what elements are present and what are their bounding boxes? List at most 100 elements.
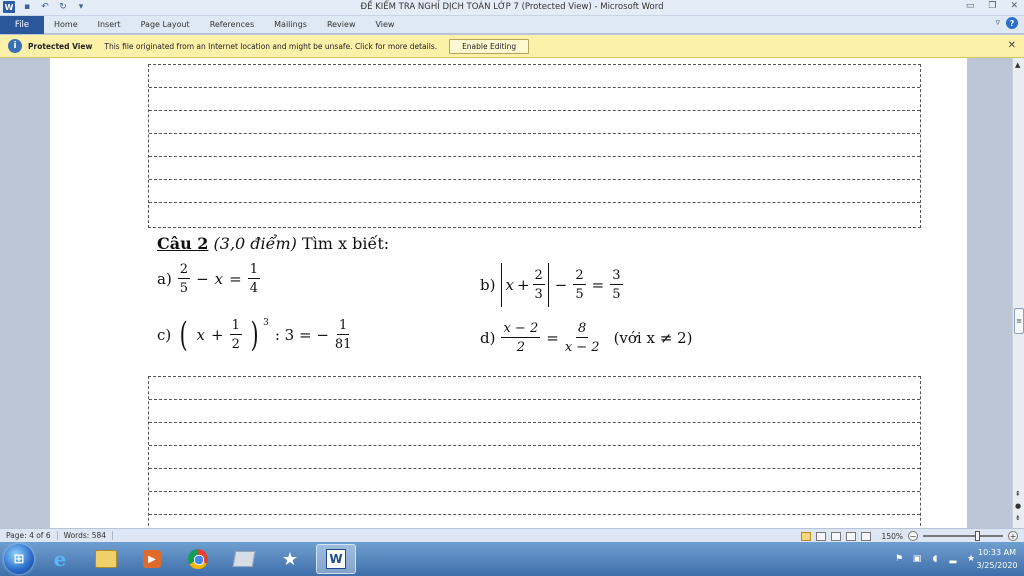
tab-home[interactable]: Home [44, 16, 88, 34]
title-bar: W ▪ ↶ ↻ ▾ ĐỀ KIỂM TRA NGHỈ DỊCH TOÁN LỚP… [0, 0, 1024, 16]
signal-icon[interactable]: ▂ [948, 554, 958, 564]
close-icon[interactable]: ✕ [1010, 1, 1018, 11]
browse-object-icon[interactable]: ● [1015, 502, 1021, 510]
answer-line [149, 446, 920, 469]
answer-line [149, 157, 920, 180]
zoom-slider-thumb[interactable] [975, 531, 980, 541]
status-bar: Page: 4 of 6 Words: 584 150% − + [0, 528, 1024, 542]
problem-b: b) x + 23 − 25 = 35 [480, 263, 623, 307]
problem-d: d) x − 22 = 8x − 2 (với x ≠ 2) [480, 321, 693, 355]
condition-note: (với x ≠ 2) [613, 329, 693, 347]
network-icon[interactable]: ▣ [912, 554, 922, 564]
zoom-out-icon[interactable]: − [908, 531, 918, 541]
answer-line [149, 65, 920, 88]
file-explorer-icon[interactable] [86, 544, 126, 574]
restore-icon[interactable]: ❐ [988, 1, 996, 11]
answer-line [149, 400, 920, 423]
question-heading: Câu 2 (3,0 điểm) Tìm x biết: [157, 234, 389, 253]
tab-mailings[interactable]: Mailings [264, 16, 317, 34]
info-shield-icon: i [8, 39, 22, 53]
word-icon[interactable]: W [316, 544, 356, 574]
internet-explorer-icon[interactable]: e [40, 544, 80, 574]
answer-line [149, 88, 920, 111]
status-right-controls: 150% − + [800, 529, 1018, 543]
print-layout-view-icon[interactable] [800, 531, 811, 541]
star-tray-icon[interactable]: ★ [966, 554, 976, 564]
page-count[interactable]: Page: 4 of 6 [0, 531, 58, 540]
answer-line [149, 111, 920, 134]
fraction: 1 81 [334, 318, 352, 352]
zoom-level[interactable]: 150% [882, 532, 903, 541]
tab-file[interactable]: File [0, 15, 44, 34]
star-app-icon[interactable]: ★ [270, 544, 310, 574]
answer-line [149, 180, 920, 203]
draft-view-icon[interactable] [860, 531, 871, 541]
tab-view[interactable]: View [365, 16, 404, 34]
fraction: 14 [247, 262, 260, 296]
fraction: 12 [229, 318, 242, 352]
document-page[interactable]: Câu 2 (3,0 điểm) Tìm x biết: a) 25 − x =… [50, 58, 967, 528]
media-player-icon[interactable]: ▶ [132, 544, 172, 574]
tab-insert[interactable]: Insert [88, 16, 131, 34]
protected-view-bar: i Protected View This file originated fr… [0, 35, 1024, 58]
exponent: 3 [263, 318, 269, 328]
chrome-icon[interactable] [178, 544, 218, 574]
full-screen-reading-view-icon[interactable] [815, 531, 826, 541]
answer-box-bottom [148, 376, 921, 528]
tab-page-layout[interactable]: Page Layout [131, 16, 200, 34]
word-count[interactable]: Words: 584 [58, 531, 114, 540]
window-title: ĐỀ KIỂM TRA NGHỈ DỊCH TOÁN LỚP 7 (Protec… [360, 2, 664, 12]
scroll-thumb[interactable]: ≡ [1014, 308, 1024, 334]
tab-references[interactable]: References [200, 16, 264, 34]
problem-c: c) ( x + 12 ) 3 : 3 = − 1 81 [157, 315, 352, 355]
answer-line [149, 203, 920, 226]
clock-date: 3/25/2020 [976, 561, 1018, 570]
protected-view-message[interactable]: This file originated from an Internet lo… [104, 42, 437, 51]
answer-line [149, 423, 920, 446]
problem-label: a) [157, 270, 172, 288]
ribbon-tabs: File Home Insert Page Layout References … [0, 15, 1024, 34]
minimize-icon[interactable]: ▭ [966, 1, 975, 11]
fraction: 8x − 2 [564, 321, 600, 355]
help-icon[interactable]: ? [1006, 17, 1018, 29]
answer-box-top [148, 64, 921, 228]
vertical-scrollbar[interactable]: ▲ ≡ ⇞ ● ⇟ [1012, 58, 1024, 528]
answer-line [149, 492, 920, 515]
outline-view-icon[interactable] [845, 531, 856, 541]
action-center-icon[interactable]: ⚑ [894, 554, 904, 564]
window-controls: ▭ ❐ ✕ [966, 1, 1018, 11]
problem-label: d) [480, 329, 496, 347]
app-icon[interactable] [224, 544, 264, 574]
protected-view-label: Protected View [28, 41, 93, 51]
answer-line [149, 469, 920, 492]
zoom-in-icon[interactable]: + [1008, 531, 1018, 541]
document-area: Câu 2 (3,0 điểm) Tìm x biết: a) 25 − x =… [0, 58, 1012, 528]
fraction: 23 [532, 268, 545, 302]
zoom-slider[interactable] [923, 531, 1003, 541]
fraction: x − 22 [501, 321, 541, 355]
next-page-icon[interactable]: ⇟ [1015, 514, 1021, 522]
clock[interactable]: 10:33 AM 3/25/2020 [976, 546, 1018, 572]
start-orb[interactable]: ⊞ [4, 544, 34, 574]
clock-time: 10:33 AM [978, 548, 1016, 557]
ribbon-right-controls: ▿ ? [995, 17, 1018, 29]
problem-label: c) [157, 326, 172, 344]
enable-editing-button[interactable]: Enable Editing [449, 38, 530, 54]
answer-line [149, 377, 920, 400]
fraction: 35 [610, 268, 623, 302]
question-number: Câu 2 [157, 234, 209, 253]
system-tray: ⚑ ▣ ◖ ▂ ★ [894, 542, 976, 576]
minimize-ribbon-icon[interactable]: ▿ [995, 18, 1000, 28]
taskbar: ⊞ e ▶ ★ W ⚑ ▣ ◖ ▂ ★ 10:33 AM 3/25/2020 [0, 542, 1024, 576]
web-layout-view-icon[interactable] [830, 531, 841, 541]
absolute-value: x + 23 [501, 263, 549, 307]
tab-review[interactable]: Review [317, 16, 366, 34]
scroll-up-icon[interactable]: ▲ [1015, 61, 1020, 69]
close-icon[interactable]: ✕ [1008, 40, 1016, 51]
previous-page-icon[interactable]: ⇞ [1015, 490, 1021, 498]
volume-icon[interactable]: ◖ [930, 554, 940, 564]
question-prompt: Tìm x biết: [302, 234, 390, 253]
fraction: 25 [573, 268, 586, 302]
problem-a: a) 25 − x = 14 [157, 262, 260, 296]
answer-line [149, 134, 920, 157]
